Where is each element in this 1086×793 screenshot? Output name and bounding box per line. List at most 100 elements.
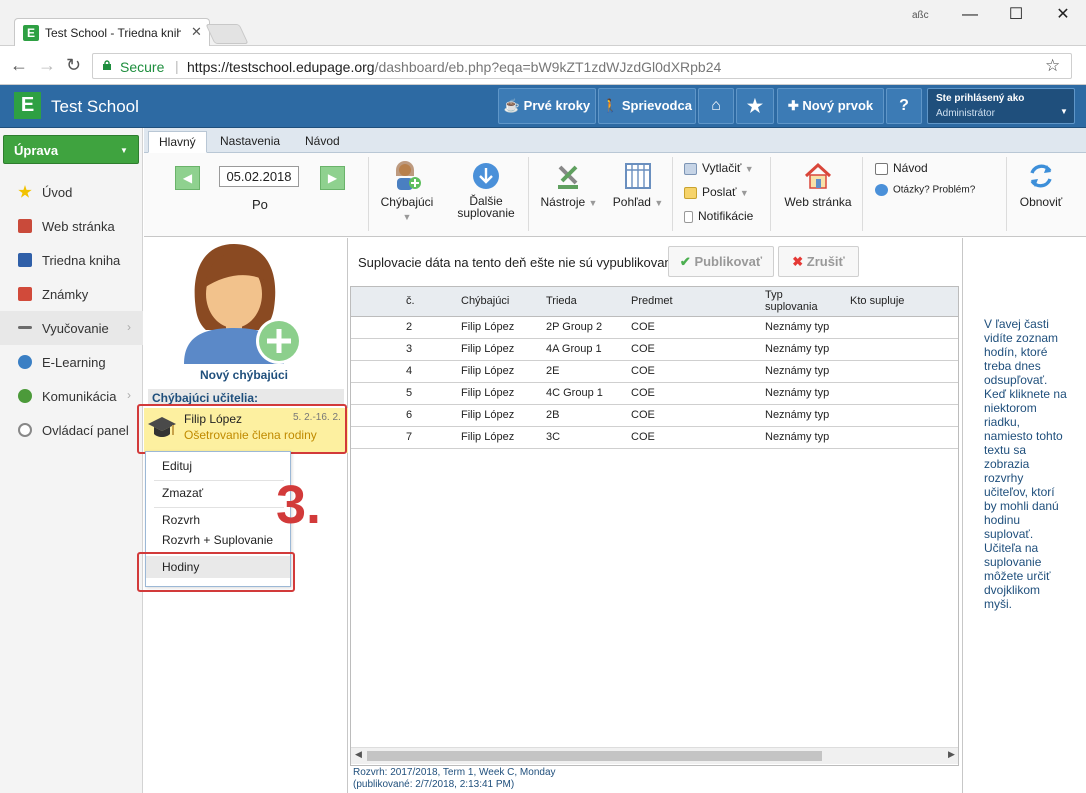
sidebar-item-label: Úvod <box>42 185 73 200</box>
favorites-star-icon[interactable]: ★ <box>736 88 774 124</box>
column-number[interactable]: č. <box>406 295 415 307</box>
column-substitute[interactable]: Kto supluje <box>850 295 904 307</box>
cell-absent: Filip López <box>461 431 515 443</box>
absent-button[interactable]: Chýbajúci ▼ <box>376 161 438 223</box>
scroll-left-icon[interactable]: ◀ <box>355 749 362 760</box>
send-button[interactable]: Poslať ▼ <box>684 185 749 199</box>
print-button[interactable]: Vytlačiť ▼ <box>684 161 754 175</box>
menu-item-timetable-substitution[interactable]: Rozvrh + Suplovanie <box>146 533 290 551</box>
back-arrow-icon[interactable]: ← <box>10 55 28 76</box>
manual-button[interactable]: Návod <box>875 161 928 175</box>
home-icon[interactable]: ⌂ <box>698 88 734 124</box>
tab-guide[interactable]: Návod <box>295 131 350 153</box>
refresh-button[interactable]: Obnoviť <box>1014 161 1068 209</box>
table-row[interactable]: 2 Filip López 2P Group 2 COE Neznámy typ <box>351 317 958 339</box>
chevron-right-icon: › <box>127 320 131 334</box>
table-row[interactable]: 5 Filip López 4C Group 1 COE Neznámy typ <box>351 383 958 405</box>
maximize-icon[interactable]: ☐ <box>993 0 1039 30</box>
chevron-down-icon: ▼ <box>588 198 598 208</box>
tab-title: Test School - Triedna knih <box>45 26 181 40</box>
cell-class: 4A Group 1 <box>546 343 602 355</box>
lock-icon <box>103 60 111 70</box>
table-row[interactable]: 7 Filip López 3C COE Neznámy typ <box>351 427 958 449</box>
send-label: Poslať <box>702 185 737 199</box>
cell-subject: COE <box>631 387 655 399</box>
column-substitution-type[interactable]: Typ suplovania <box>765 289 818 313</box>
view-button[interactable]: Pohľad ▼ <box>608 161 668 209</box>
table-row[interactable]: 3 Filip López 4A Group 1 COE Neznámy typ <box>351 339 958 361</box>
tab-close-icon[interactable]: ✕ <box>191 24 202 40</box>
cell-number: 5 <box>406 387 413 399</box>
next-substitution-button[interactable]: Ďalšie suplovanie <box>452 161 520 219</box>
menu-item-timetable[interactable]: Rozvrh <box>146 513 290 531</box>
column-absent[interactable]: Chýbajúci <box>461 295 509 307</box>
next-sub-label-2: suplovanie <box>457 206 515 220</box>
absent-label: Chýbajúci <box>380 195 434 209</box>
sidebar-item-elearning[interactable]: E-Learning <box>0 345 143 379</box>
substitution-panel: Suplovacie dáta na tento deň ešte nie sú… <box>349 238 962 793</box>
forward-arrow-icon[interactable]: → <box>38 55 56 76</box>
cell-subject: COE <box>631 365 655 377</box>
cell-absent: Filip López <box>461 343 515 355</box>
tools-button[interactable]: Nástroje ▼ <box>538 161 600 209</box>
sidebar-item-home[interactable]: Úvod <box>0 175 143 209</box>
profile-badge[interactable]: aßc <box>912 10 929 21</box>
url-input[interactable]: Secure | https://testschool.edupage.org/… <box>92 53 1072 79</box>
user-menu[interactable]: Ste prihlásený ako Administrátor ▼ <box>927 88 1075 124</box>
cancel-button[interactable]: ✖ Zrušiť <box>778 246 859 277</box>
menu-item-edit[interactable]: Edituj <box>146 459 290 477</box>
website-label: Web stránka <box>784 195 852 209</box>
menu-item-delete[interactable]: Zmazať <box>146 486 290 504</box>
tab-settings[interactable]: Nastavenia <box>210 131 290 153</box>
first-steps-button[interactable]: ☕ Prvé kroky <box>498 88 596 124</box>
chevron-down-icon: ▼ <box>402 212 412 222</box>
url-text[interactable]: https://testschool.edupage.org/dashboard… <box>187 59 721 75</box>
sidebar-item-grades[interactable]: Známky <box>0 277 143 311</box>
edupage-logo[interactable]: E <box>14 92 41 119</box>
help-button[interactable]: ? <box>886 88 922 124</box>
tab-main[interactable]: Hlavný <box>148 131 207 153</box>
sidebar-item-classbook[interactable]: Triedna kniha <box>0 243 143 277</box>
substitution-table: č. Chýbajúci Trieda Predmet Typ suplovani… <box>350 286 959 766</box>
horizontal-scrollbar[interactable]: ◀ ▶ <box>351 747 958 764</box>
school-name[interactable]: Test School <box>51 97 139 117</box>
notifications-button[interactable]: Notifikácie <box>684 209 753 223</box>
sidebar-item-website[interactable]: Web stránka <box>0 209 143 243</box>
table-row[interactable]: 6 Filip López 2B COE Neznámy typ <box>351 405 958 427</box>
bookmark-star-icon[interactable]: ☆ <box>1045 56 1060 76</box>
scrollbar-thumb[interactable] <box>367 751 822 761</box>
previous-day-button[interactable]: ◀ <box>175 166 200 190</box>
refresh-icon <box>1030 164 1052 188</box>
reload-icon[interactable]: ↻ <box>66 55 81 76</box>
browser-tab[interactable]: E Test School - Triedna knih ✕ <box>14 18 210 46</box>
new-tab-button[interactable] <box>205 24 249 44</box>
publish-label: Publikovať <box>694 254 763 269</box>
table-row[interactable]: 4 Filip López 2E COE Neznámy typ <box>351 361 958 383</box>
new-item-button[interactable]: ✚ Nový prvok <box>777 88 884 124</box>
sidebar-item-label: Známky <box>42 287 89 302</box>
date-input[interactable]: 05.02.2018 <box>219 166 299 187</box>
website-button[interactable]: Web stránka <box>780 161 856 209</box>
column-subject[interactable]: Predmet <box>631 295 673 307</box>
scroll-right-icon[interactable]: ▶ <box>948 749 955 760</box>
sidebar-item-communication[interactable]: Komunikácia › <box>0 379 143 413</box>
next-day-button[interactable]: ▶ <box>320 166 345 190</box>
minimize-icon[interactable]: — <box>947 0 993 30</box>
chat-icon <box>18 389 32 403</box>
edit-mode-button[interactable]: Úprava ▼ <box>3 135 139 164</box>
new-absent-avatar-icon[interactable] <box>182 240 308 364</box>
close-window-icon[interactable]: ✕ <box>1040 0 1086 30</box>
guide-button[interactable]: 🚶 Sprievodca <box>598 88 696 124</box>
sidebar-item-control-panel[interactable]: Ovládací panel <box>0 413 143 447</box>
cell-class: 2B <box>546 409 560 421</box>
menu-divider <box>154 507 284 508</box>
cell-subject: COE <box>631 343 655 355</box>
chevron-down-icon: ▼ <box>744 164 754 174</box>
new-absent-link[interactable]: Nový chýbajúci <box>144 368 344 382</box>
questions-button[interactable]: Otázky? Problém? N <box>875 184 975 196</box>
table-header: č. Chýbajúci Trieda Predmet Typ suplovani… <box>351 287 958 317</box>
sidebar-item-teaching[interactable]: Vyučovanie › <box>0 311 143 345</box>
logged-in-label: Ste prihlásený ako <box>936 93 1025 104</box>
publish-button[interactable]: ✔ Publikovať <box>668 246 774 277</box>
column-class[interactable]: Trieda <box>546 295 577 307</box>
